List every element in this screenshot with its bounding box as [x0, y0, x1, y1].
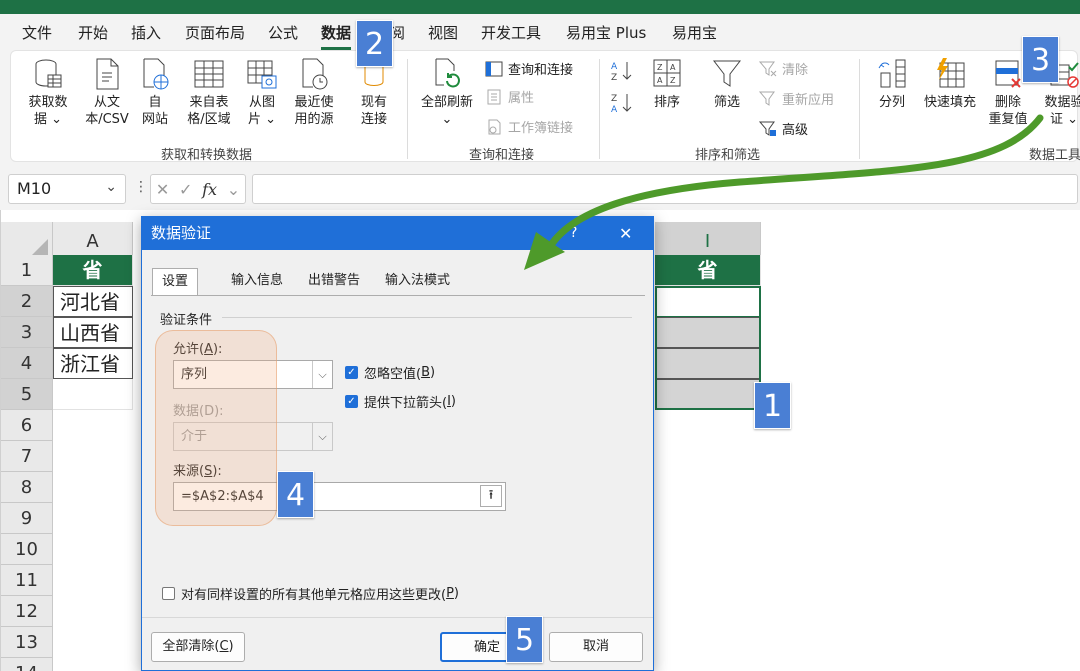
green-arrow-annotation: [524, 114, 1044, 270]
step-badge-4: 4: [277, 471, 314, 518]
step-badge-1: 1: [754, 382, 791, 429]
step-badge-5: 5: [506, 616, 543, 663]
step-badge-3: 3: [1022, 36, 1059, 83]
step-badge-2: 2: [356, 20, 393, 67]
